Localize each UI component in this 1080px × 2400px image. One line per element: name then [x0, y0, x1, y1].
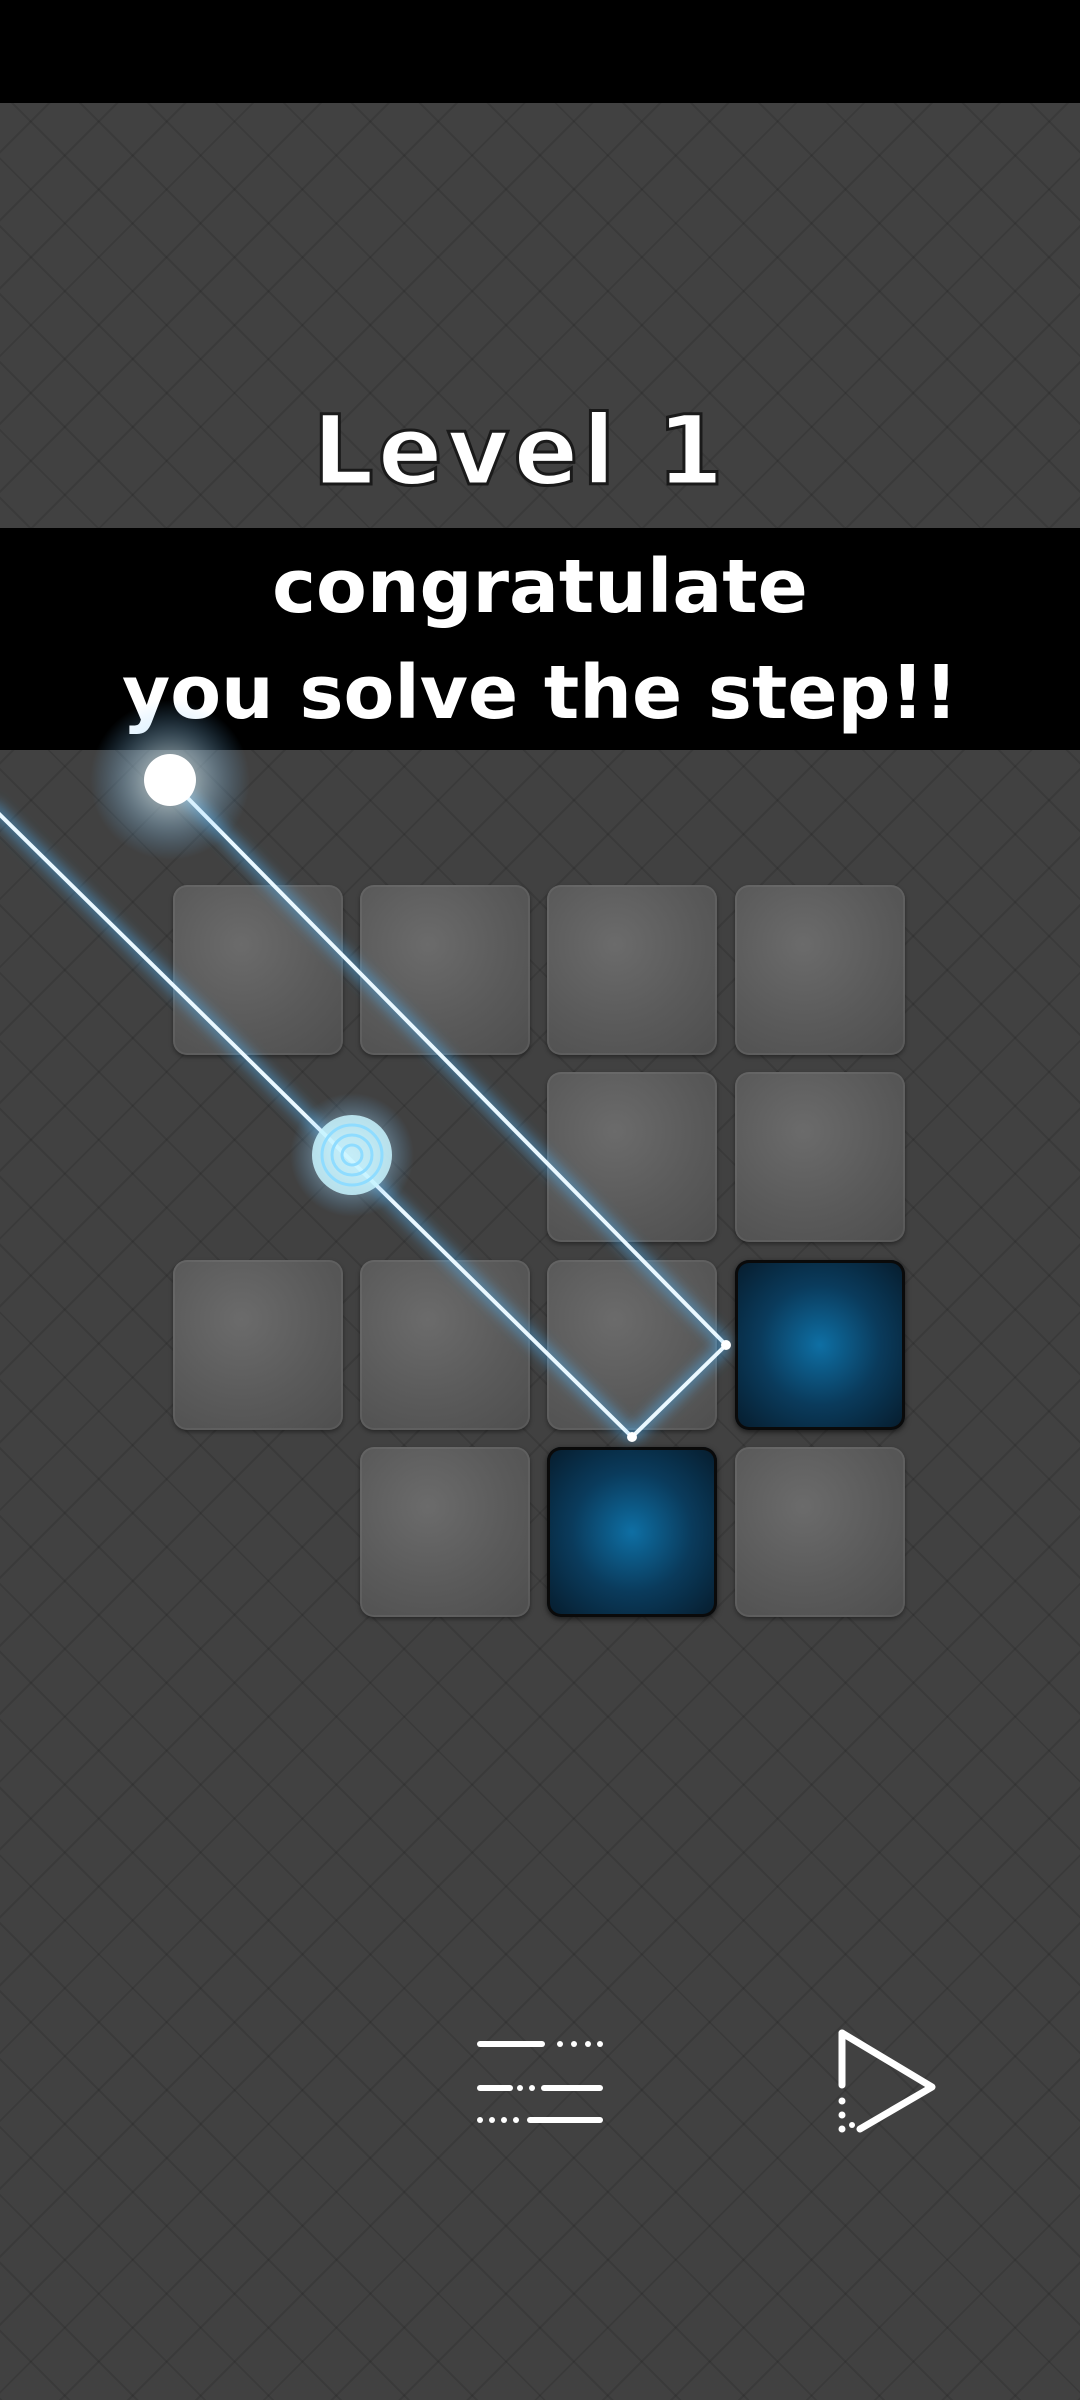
reflection-point	[721, 1340, 731, 1350]
laser-reflection	[627, 1339, 731, 1443]
laser-target-ring-icon	[290, 1093, 414, 1217]
play-next-icon[interactable]	[830, 2025, 940, 2145]
laser-source-icon	[90, 700, 250, 860]
menu-list-icon[interactable]	[472, 2030, 608, 2130]
reflection-point	[627, 1432, 637, 1442]
